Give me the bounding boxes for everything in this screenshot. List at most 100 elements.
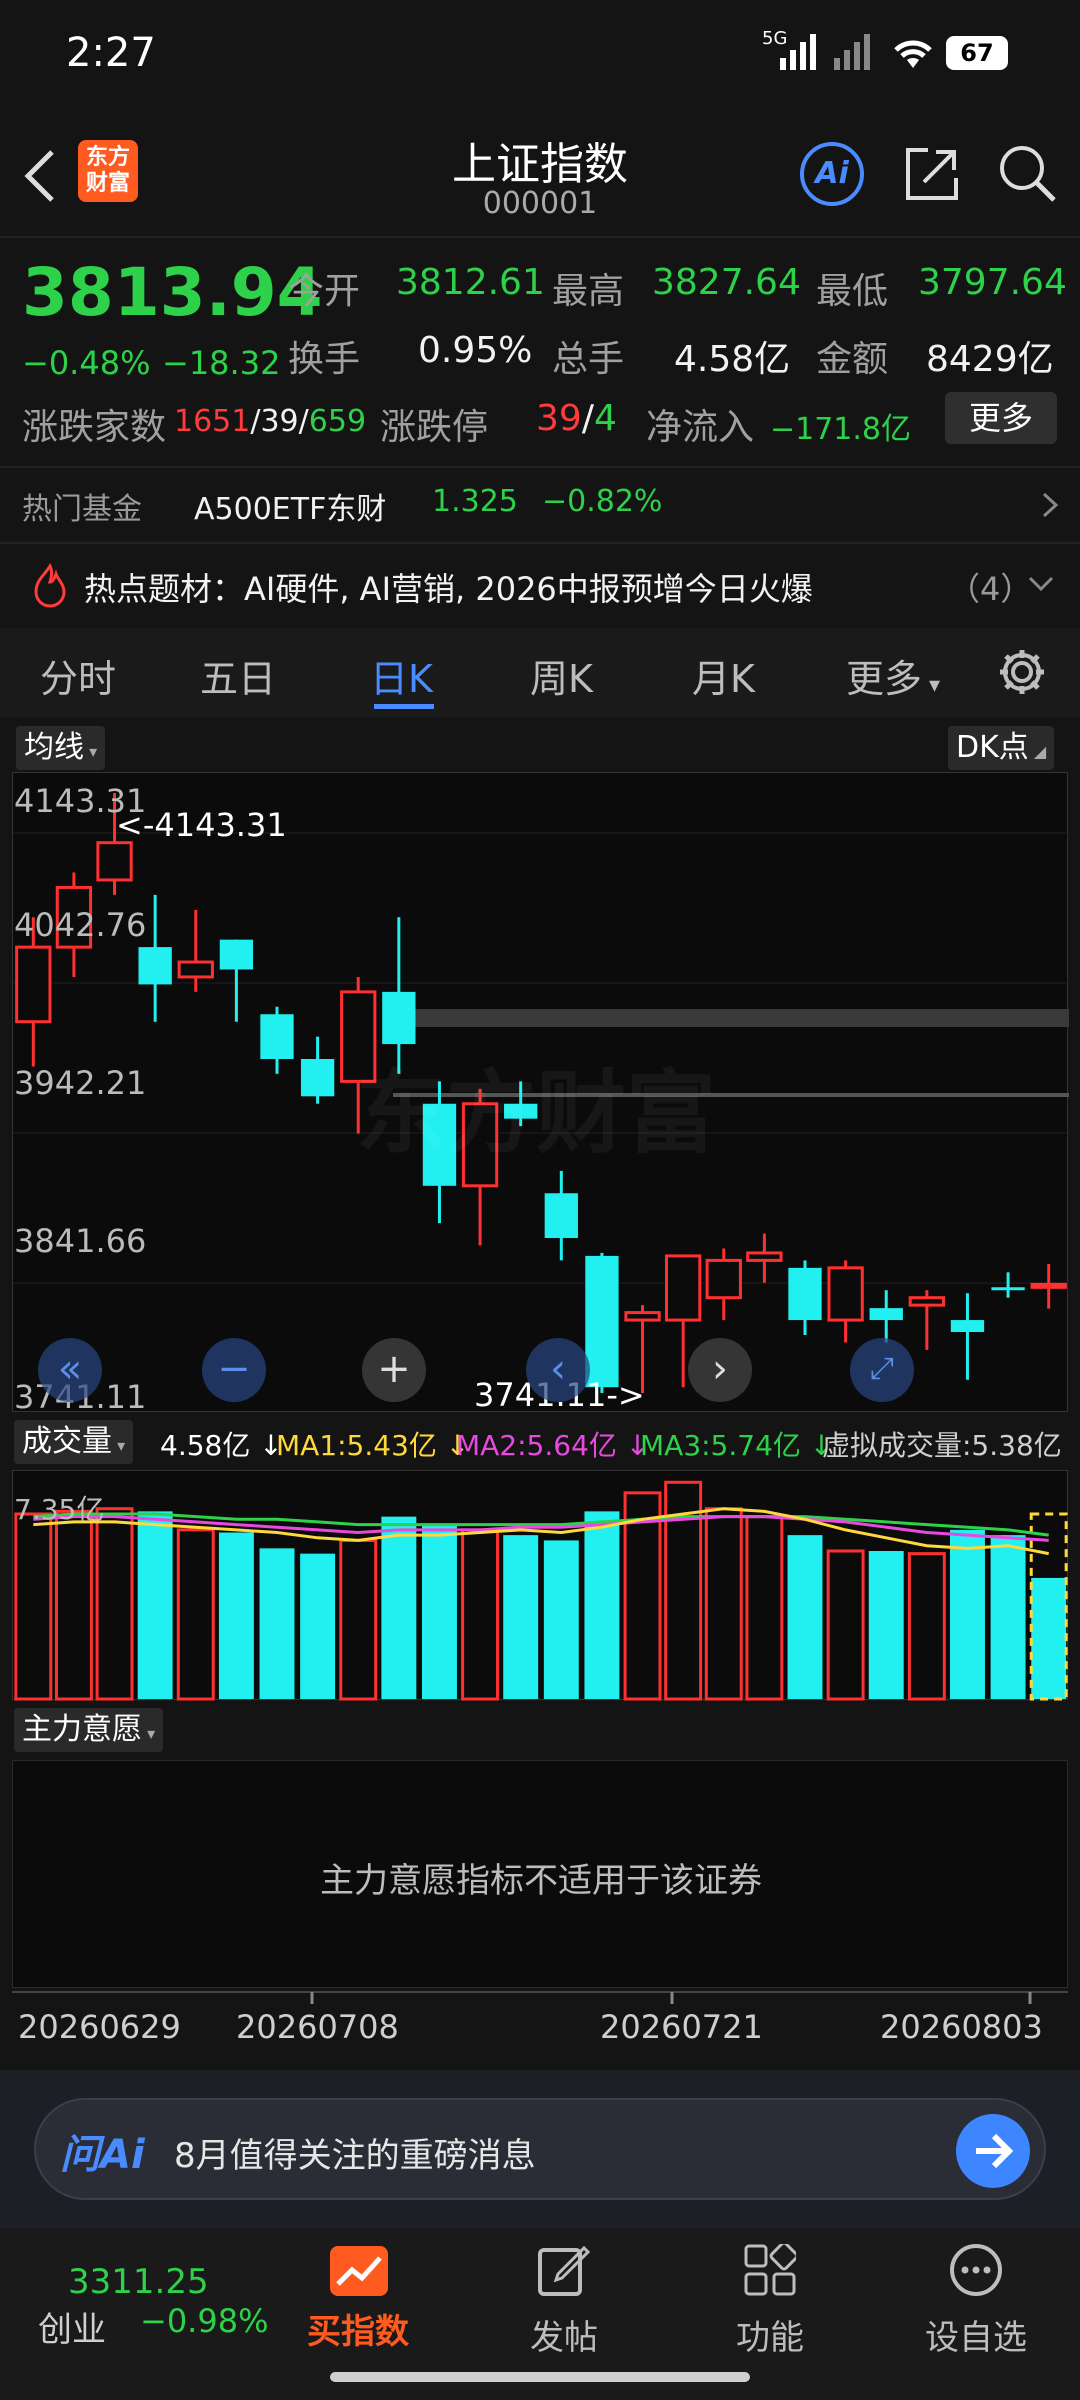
send-arrow-icon[interactable]: [956, 2114, 1030, 2188]
more-button[interactable]: 更多: [945, 392, 1057, 444]
search-icon[interactable]: [996, 142, 1058, 204]
gem-label[interactable]: 创业: [38, 2302, 106, 2351]
gem-price[interactable]: 3311.25: [68, 2262, 209, 2302]
step-right-icon[interactable]: ›: [688, 1338, 752, 1402]
down-count: 659: [308, 404, 367, 439]
buy-index-icon[interactable]: [330, 2246, 388, 2296]
step-left-icon[interactable]: ‹: [526, 1338, 590, 1402]
volume-bar: [300, 1553, 336, 1699]
low-label: 最低: [816, 271, 889, 312]
volume-bar: [787, 1535, 823, 1699]
change-amount: −18.32: [162, 344, 281, 382]
home-indicator: [330, 2372, 750, 2382]
candle-body: [746, 1251, 783, 1262]
hot-fund-row[interactable]: 热门基金 A500ETF东财 1.325 −0.82%: [0, 470, 1080, 540]
volume-bar: [503, 1535, 539, 1699]
ask-ai-bar[interactable]: 问Ai 8月值得关注的重磅消息: [34, 2098, 1046, 2200]
hot-topic-row[interactable]: 热点题材：AI硬件, AI营销, 2026中报预增今日火爆 （4）: [0, 546, 1080, 622]
low-value: 3797.64: [918, 262, 1067, 303]
tab-intraday[interactable]: 分时: [40, 648, 116, 703]
zoom-in-icon[interactable]: +: [362, 1338, 426, 1402]
open-value: 3812.61: [396, 262, 545, 303]
resistance-band: [393, 1009, 1069, 1027]
nav-add-watchlist[interactable]: 设自选: [906, 2310, 1046, 2359]
ai-button[interactable]: Ai: [800, 142, 864, 206]
nav-functions[interactable]: 功能: [700, 2310, 840, 2359]
candle-body: [177, 960, 214, 979]
chevron-down-icon: [1028, 576, 1054, 592]
volume-bar: [745, 1515, 784, 1701]
volume-bar: [381, 1516, 417, 1699]
candle-body: [705, 1258, 742, 1300]
volume-bar: [137, 1511, 173, 1699]
change-percent: −0.48%: [22, 344, 151, 382]
volume-dropdown[interactable]: 成交量 ▾: [14, 1420, 134, 1464]
date-label-2: 20260708: [236, 2008, 399, 2046]
y-label-4: 3841.66: [14, 1222, 147, 1260]
candle-body: [991, 1287, 1025, 1291]
divider: [0, 542, 1080, 544]
indicator-dropdown[interactable]: 均线 ▾: [16, 726, 106, 770]
candle-body: [827, 1266, 864, 1322]
volume-value: 4.58亿: [674, 339, 791, 380]
mainforce-dropdown[interactable]: 主力意愿 ▾: [14, 1708, 164, 1752]
zoom-out-icon[interactable]: −: [202, 1338, 266, 1402]
nav-post[interactable]: 发帖: [494, 2310, 634, 2359]
candle-body: [869, 1308, 903, 1321]
more-options-icon[interactable]: [948, 2242, 1004, 2298]
candle-body: [1030, 1282, 1067, 1289]
netflow-label: 净流入: [646, 407, 755, 448]
tab-five-day[interactable]: 五日: [200, 648, 276, 703]
candle-body: [624, 1311, 661, 1322]
max-marker: <-4143.31: [116, 806, 287, 844]
settings-gear-icon[interactable]: [996, 646, 1048, 698]
chevron-right-icon: [1042, 492, 1059, 518]
functions-icon[interactable]: [744, 2244, 796, 2296]
tab-monthly-k[interactable]: 月K: [692, 648, 755, 703]
tab-more[interactable]: 更多 ▾: [846, 648, 940, 703]
hot-topic-count: （4）: [948, 570, 1033, 608]
gem-change[interactable]: −0.98%: [140, 2302, 268, 2340]
volume-bar: [259, 1548, 295, 1699]
scroll-left-icon[interactable]: «: [38, 1338, 102, 1402]
candle-body: [665, 1254, 702, 1322]
volume-bar: [826, 1549, 865, 1701]
candle-body: [908, 1296, 945, 1307]
volume-bar: [1031, 1577, 1067, 1699]
amount-label: 金额: [816, 339, 889, 380]
turnover-label: 换手: [288, 339, 361, 380]
status-time: 2:27: [66, 30, 156, 76]
dk-point-dropdown[interactable]: DK点 ◢: [948, 726, 1055, 770]
date-axis: [12, 1991, 1068, 2004]
nav-buy-index[interactable]: 买指数: [288, 2304, 428, 2353]
fund-label: 热门基金: [22, 492, 142, 527]
amount-value: 8429亿: [926, 339, 1054, 380]
volume-bar: [95, 1507, 134, 1701]
volume-bar: [461, 1528, 500, 1701]
volume-label: 总手: [552, 339, 625, 380]
y-label-3: 3942.21: [14, 1064, 147, 1102]
volume-bar: [218, 1532, 254, 1699]
date-label-4: 20260803: [880, 2008, 1043, 2046]
volume-chart[interactable]: [12, 1470, 1068, 1701]
candle-body: [585, 1255, 619, 1388]
tab-weekly-k[interactable]: 周K: [530, 648, 593, 703]
flat-count: 39: [260, 404, 299, 439]
volume-current: 4.58亿 ↓: [160, 1429, 283, 1462]
limit-values: 39/4: [536, 398, 617, 439]
candle-body: [138, 947, 172, 985]
post-icon[interactable]: [536, 2242, 592, 2298]
volume-bar: [868, 1551, 904, 1699]
share-icon[interactable]: [902, 144, 962, 204]
candle-body: [544, 1193, 578, 1239]
battery-icon: 67: [946, 36, 1008, 70]
up-count: 1651: [174, 404, 251, 439]
candle-body: [788, 1267, 822, 1321]
volume-bar: [704, 1507, 743, 1701]
candle-body: [219, 939, 254, 970]
ask-ai-text: 8月值得关注的重磅消息: [174, 2136, 536, 2176]
volume-bar: [176, 1528, 215, 1701]
fullscreen-icon[interactable]: ⤢: [850, 1338, 914, 1402]
volume-y-label: 7.35亿: [14, 1493, 105, 1526]
tab-daily-k[interactable]: 日K: [370, 648, 433, 703]
